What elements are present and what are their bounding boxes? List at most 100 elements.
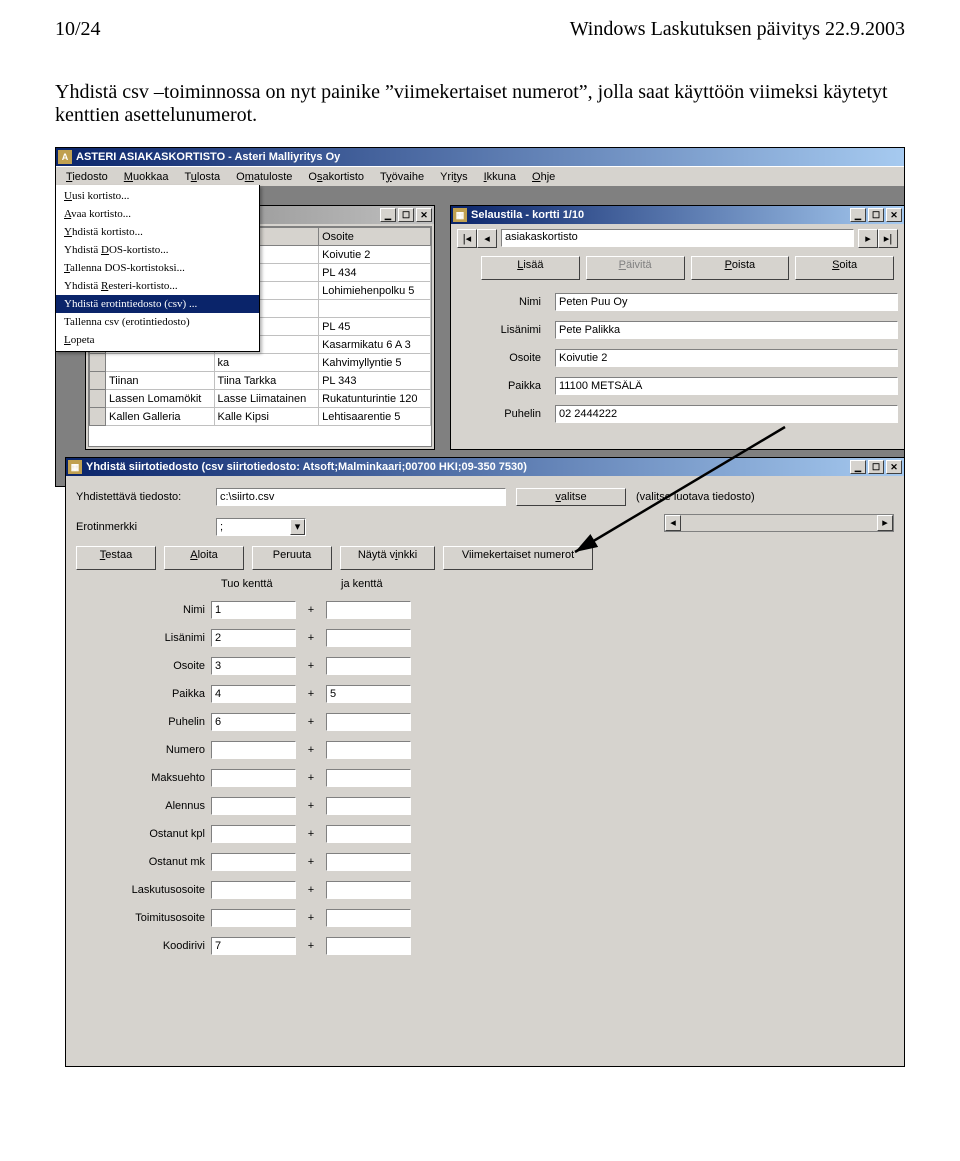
menuitem[interactable]: Yhdistä DOS-kortisto... bbox=[56, 241, 259, 259]
field-b-input[interactable] bbox=[326, 937, 411, 955]
testaa-button[interactable]: Testaa bbox=[76, 546, 156, 570]
menu-osakortisto[interactable]: Osakortisto bbox=[300, 169, 372, 185]
row-header[interactable] bbox=[90, 354, 106, 372]
close-icon[interactable] bbox=[416, 208, 432, 222]
cell[interactable]: Kasarmikatu 6 A 3 bbox=[319, 336, 431, 354]
menuitem[interactable]: Tallenna csv (erotintiedosto) bbox=[56, 313, 259, 331]
field-b-input[interactable] bbox=[326, 909, 411, 927]
cell[interactable]: Kallen Galleria bbox=[106, 408, 215, 426]
row-header[interactable] bbox=[90, 408, 106, 426]
menuitem[interactable]: Avaa kortisto... bbox=[56, 205, 259, 223]
field-b-input[interactable] bbox=[326, 685, 411, 703]
field-a-input[interactable] bbox=[211, 909, 296, 927]
cell[interactable]: Tiina Tarkka bbox=[214, 372, 319, 390]
cell[interactable]: Lasse Liimatainen bbox=[214, 390, 319, 408]
puhelin-field[interactable] bbox=[555, 405, 898, 423]
cell[interactable]: Lohimiehenpolku 5 bbox=[319, 282, 431, 300]
menuitem[interactable]: Lopeta bbox=[56, 331, 259, 349]
menuitem[interactable]: Yhdistä kortisto... bbox=[56, 223, 259, 241]
row-header[interactable] bbox=[90, 372, 106, 390]
maximize-icon[interactable] bbox=[398, 208, 414, 222]
maximize-icon[interactable] bbox=[868, 208, 884, 222]
field-b-input[interactable] bbox=[326, 825, 411, 843]
menu-tiedosto[interactable]: Tiedosto bbox=[58, 169, 116, 185]
close-icon[interactable] bbox=[886, 460, 902, 474]
menu-ohje[interactable]: Ohje bbox=[524, 169, 563, 185]
peruuta-button[interactable]: Peruuta bbox=[252, 546, 332, 570]
field-b-input[interactable] bbox=[326, 657, 411, 675]
cell[interactable]: Rukatunturintie 120 bbox=[319, 390, 431, 408]
cell[interactable]: Tiinan bbox=[106, 372, 215, 390]
päivitä-button[interactable]: Päivitä bbox=[586, 256, 685, 280]
choose-file-button[interactable]: valitse bbox=[516, 488, 626, 506]
menu-työvaihe[interactable]: Työvaihe bbox=[372, 169, 432, 185]
cell[interactable] bbox=[106, 354, 215, 372]
field-a-input[interactable] bbox=[211, 629, 296, 647]
field-b-input[interactable] bbox=[326, 629, 411, 647]
paikka-field[interactable] bbox=[555, 377, 898, 395]
first-record-button[interactable]: |◂ bbox=[457, 229, 477, 248]
menu-yritys[interactable]: Yritys bbox=[432, 169, 476, 185]
scroll-left-button[interactable]: ◂ bbox=[665, 515, 681, 531]
next-record-button[interactable]: ▸ bbox=[858, 229, 878, 248]
cell[interactable]: Kahvimyllyntie 5 bbox=[319, 354, 431, 372]
näytä-vinkki-button[interactable]: Näytä vinkki bbox=[340, 546, 435, 570]
cell[interactable]: ka bbox=[214, 354, 319, 372]
row-header[interactable] bbox=[90, 390, 106, 408]
field-a-input[interactable] bbox=[211, 797, 296, 815]
menuitem[interactable]: Yhdistä Resteri-kortisto... bbox=[56, 277, 259, 295]
file-menu[interactable]: Uusi kortisto...Avaa kortisto...Yhdistä … bbox=[55, 185, 260, 352]
menuitem[interactable]: Yhdistä erotintiedosto (csv) ... bbox=[56, 295, 259, 313]
nimi-field[interactable] bbox=[555, 293, 898, 311]
field-b-input[interactable] bbox=[326, 741, 411, 759]
menuitem[interactable]: Tallenna DOS-kortistoksi... bbox=[56, 259, 259, 277]
field-b-input[interactable] bbox=[326, 881, 411, 899]
field-a-input[interactable] bbox=[211, 825, 296, 843]
field-b-input[interactable] bbox=[326, 601, 411, 619]
soita-button[interactable]: Soita bbox=[795, 256, 894, 280]
menu-ikkuna[interactable]: Ikkuna bbox=[476, 169, 524, 185]
menuitem[interactable]: Uusi kortisto... bbox=[56, 187, 259, 205]
osoite-field[interactable] bbox=[555, 349, 898, 367]
prev-record-button[interactable]: ◂ bbox=[477, 229, 497, 248]
file-input[interactable] bbox=[216, 488, 506, 506]
last-record-button[interactable]: ▸| bbox=[878, 229, 898, 248]
aloita-button[interactable]: Aloita bbox=[164, 546, 244, 570]
field-a-input[interactable] bbox=[211, 685, 296, 703]
lisänimi-field[interactable] bbox=[555, 321, 898, 339]
minimize-icon[interactable] bbox=[380, 208, 396, 222]
minimize-icon[interactable] bbox=[850, 460, 866, 474]
cell[interactable]: Koivutie 2 bbox=[319, 246, 431, 264]
field-a-input[interactable] bbox=[211, 881, 296, 899]
cell[interactable] bbox=[319, 300, 431, 318]
viimekertaiset-numerot-button[interactable]: Viimekertaiset numerot bbox=[443, 546, 593, 570]
cell[interactable]: PL 45 bbox=[319, 318, 431, 336]
poista-button[interactable]: Poista bbox=[691, 256, 790, 280]
cell[interactable]: PL 434 bbox=[319, 264, 431, 282]
menu-muokkaa[interactable]: Muokkaa bbox=[116, 169, 177, 185]
field-b-input[interactable] bbox=[326, 797, 411, 815]
column-header[interactable]: Osoite bbox=[319, 228, 431, 246]
field-a-input[interactable] bbox=[211, 601, 296, 619]
close-icon[interactable] bbox=[886, 208, 902, 222]
cell[interactable]: Lassen Lomamökit bbox=[106, 390, 215, 408]
field-b-input[interactable] bbox=[326, 853, 411, 871]
field-a-input[interactable] bbox=[211, 937, 296, 955]
cell[interactable]: PL 343 bbox=[319, 372, 431, 390]
main-menubar[interactable]: TiedostoMuokkaaTulostaOmatulosteOsakorti… bbox=[56, 166, 904, 186]
field-b-input[interactable] bbox=[326, 713, 411, 731]
scroll-right-button[interactable]: ▸ bbox=[877, 515, 893, 531]
menu-omatuloste[interactable]: Omatuloste bbox=[228, 169, 300, 185]
field-a-input[interactable] bbox=[211, 657, 296, 675]
lisää-button[interactable]: Lisää bbox=[481, 256, 580, 280]
field-a-input[interactable] bbox=[211, 769, 296, 787]
field-a-input[interactable] bbox=[211, 853, 296, 871]
sep-dropdown-button[interactable]: ▾ bbox=[290, 519, 305, 535]
cell[interactable]: Lehtisaarentie 5 bbox=[319, 408, 431, 426]
menu-tulosta[interactable]: Tulosta bbox=[176, 169, 228, 185]
field-a-input[interactable] bbox=[211, 713, 296, 731]
cell[interactable]: Kalle Kipsi bbox=[214, 408, 319, 426]
maximize-icon[interactable] bbox=[868, 460, 884, 474]
minimize-icon[interactable] bbox=[850, 208, 866, 222]
field-b-input[interactable] bbox=[326, 769, 411, 787]
